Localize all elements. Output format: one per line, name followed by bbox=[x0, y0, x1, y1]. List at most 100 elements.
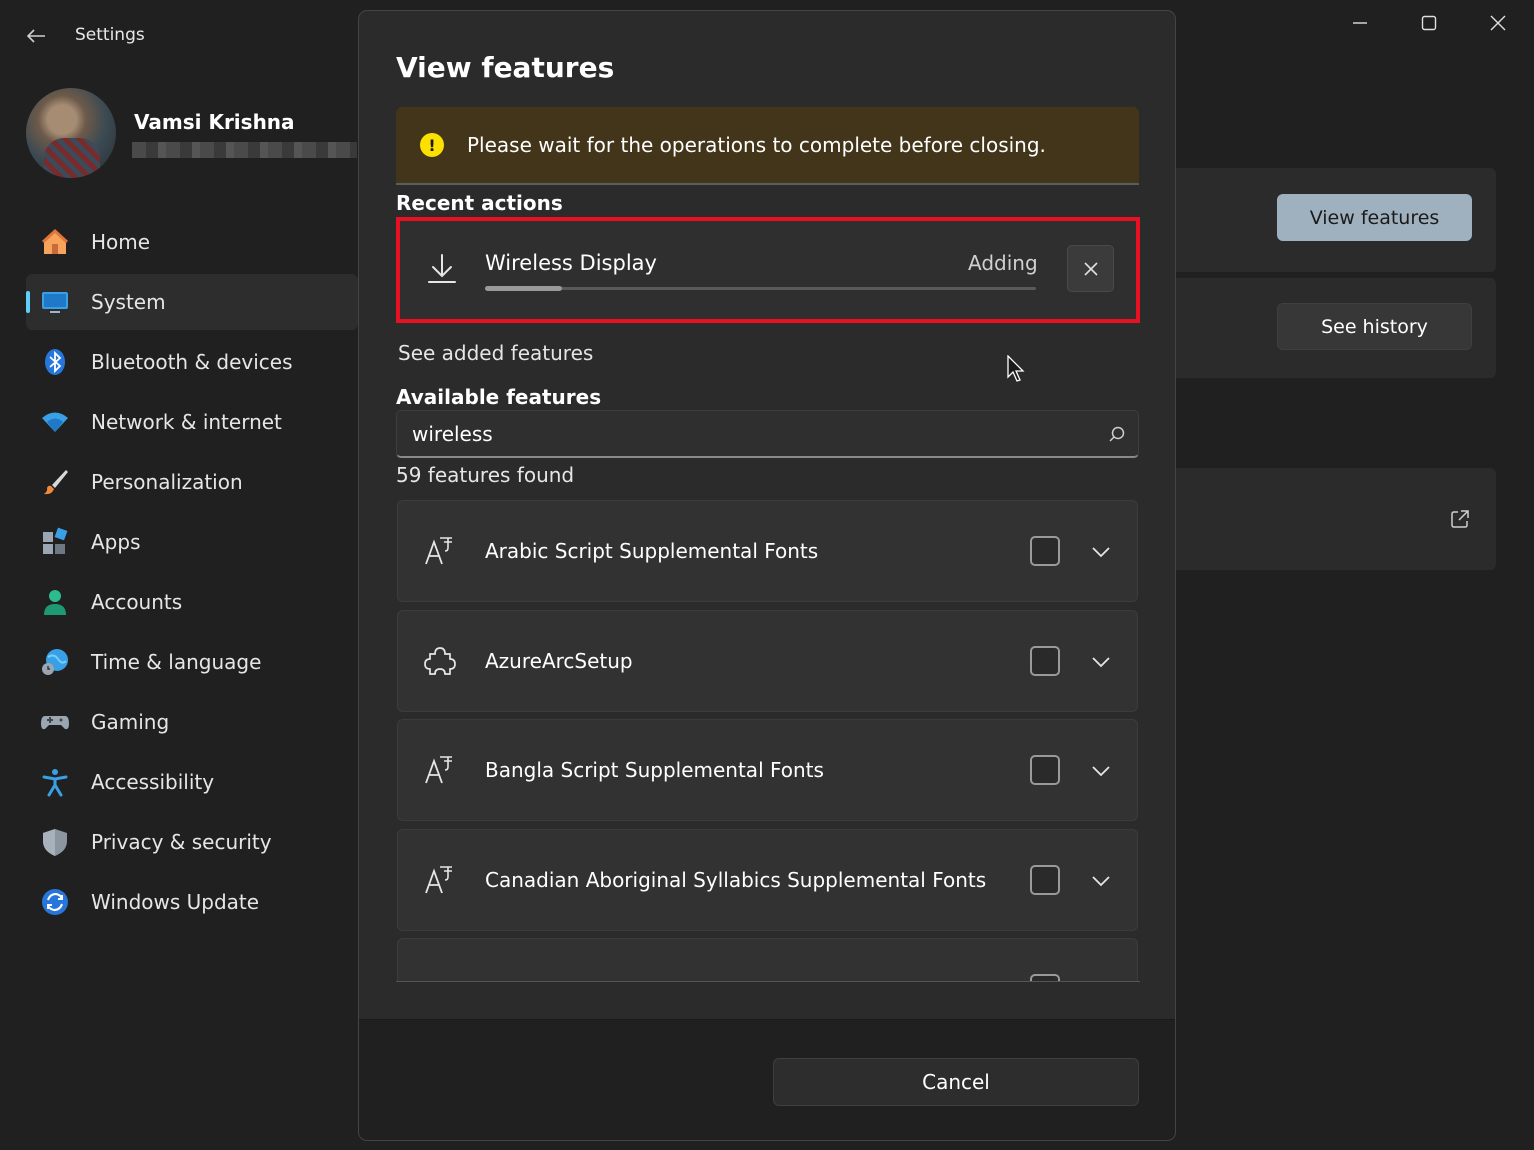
search-icon[interactable] bbox=[1107, 425, 1127, 445]
feature-checkbox[interactable] bbox=[1030, 974, 1060, 981]
sidebar-item-label: Time & language bbox=[91, 650, 262, 674]
close-icon bbox=[1083, 261, 1098, 276]
font-icon bbox=[425, 866, 452, 894]
sidebar-item-label: Home bbox=[91, 230, 151, 254]
feature-row-partial[interactable] bbox=[397, 938, 1138, 982]
feature-checkbox[interactable] bbox=[1030, 755, 1060, 785]
sidebar-item-accounts[interactable]: Accounts bbox=[26, 574, 358, 630]
person-icon bbox=[40, 587, 70, 617]
view-features-dialog: View features ! Please wait for the oper… bbox=[358, 10, 1176, 1141]
user-email-redacted bbox=[132, 142, 357, 158]
feature-checkbox[interactable] bbox=[1030, 646, 1060, 676]
sidebar-item-network[interactable]: Network & internet bbox=[26, 394, 358, 450]
sidebar-item-label: Personalization bbox=[91, 470, 243, 494]
search-input[interactable] bbox=[412, 419, 1092, 449]
feature-search-box[interactable] bbox=[396, 410, 1139, 458]
download-icon bbox=[428, 254, 456, 283]
progress-fill bbox=[485, 286, 563, 291]
recent-actions-heading: Recent actions bbox=[396, 191, 563, 215]
maximize-icon bbox=[1421, 15, 1437, 31]
font-icon bbox=[425, 537, 452, 565]
sidebar-nav: Home System Bluetooth & devices Network … bbox=[26, 214, 358, 934]
close-window-button[interactable] bbox=[1464, 0, 1532, 46]
wifi-icon bbox=[40, 407, 70, 437]
app-title: Settings bbox=[75, 25, 145, 45]
update-icon bbox=[40, 887, 70, 917]
mouse-cursor-icon bbox=[1007, 355, 1025, 382]
feature-row[interactable]: AzureArcSetup bbox=[397, 610, 1138, 712]
sidebar-item-bluetooth[interactable]: Bluetooth & devices bbox=[26, 334, 358, 390]
warning-icon: ! bbox=[420, 133, 444, 157]
globe-clock-icon bbox=[40, 647, 70, 677]
sidebar-item-label: Bluetooth & devices bbox=[91, 350, 293, 374]
warning-text: Please wait for the operations to comple… bbox=[467, 133, 1046, 157]
view-features-button[interactable]: View features bbox=[1277, 194, 1472, 241]
sidebar-item-label: System bbox=[91, 290, 166, 314]
apps-icon bbox=[40, 527, 70, 557]
cancel-button[interactable]: Cancel bbox=[773, 1058, 1139, 1106]
gamepad-icon bbox=[40, 707, 70, 737]
feature-row[interactable]: Canadian Aboriginal Syllabics Supplement… bbox=[397, 829, 1138, 931]
feature-name: AzureArcSetup bbox=[485, 649, 633, 673]
sidebar-item-personalization[interactable]: Personalization bbox=[26, 454, 358, 510]
sidebar-item-label: Accessibility bbox=[91, 770, 215, 794]
chevron-down-icon[interactable] bbox=[1090, 541, 1112, 563]
home-icon bbox=[40, 227, 70, 257]
related-settings-card[interactable] bbox=[1160, 468, 1496, 570]
sidebar-item-label: Privacy & security bbox=[91, 830, 272, 854]
back-button[interactable] bbox=[18, 20, 54, 52]
sidebar-item-home[interactable]: Home bbox=[26, 214, 358, 270]
arrow-left-icon bbox=[26, 29, 45, 43]
sidebar-item-label: Gaming bbox=[91, 710, 170, 734]
sidebar-item-label: Accounts bbox=[91, 590, 183, 614]
feature-name: Bangla Script Supplemental Fonts bbox=[485, 758, 824, 782]
puzzle-icon bbox=[424, 647, 456, 675]
chevron-down-icon[interactable] bbox=[1090, 870, 1112, 892]
minimize-icon bbox=[1353, 22, 1367, 24]
sidebar-item-apps[interactable]: Apps bbox=[26, 514, 358, 570]
maximize-button[interactable] bbox=[1395, 0, 1463, 46]
monitor-icon bbox=[40, 287, 70, 317]
shield-icon bbox=[40, 827, 70, 857]
feature-checkbox[interactable] bbox=[1030, 865, 1060, 895]
see-added-features-link[interactable]: See added features bbox=[398, 341, 593, 365]
bluetooth-icon bbox=[40, 347, 70, 377]
sidebar-item-windows-update[interactable]: Windows Update bbox=[26, 874, 358, 930]
feature-name: Arabic Script Supplemental Fonts bbox=[485, 539, 819, 563]
progress-bar bbox=[485, 286, 1036, 291]
feature-row[interactable]: Arabic Script Supplemental Fonts bbox=[397, 500, 1138, 602]
brush-icon bbox=[40, 467, 70, 497]
sidebar-item-system[interactable]: System bbox=[26, 274, 358, 330]
see-history-button[interactable]: See history bbox=[1277, 303, 1472, 350]
chevron-down-icon[interactable] bbox=[1090, 760, 1112, 782]
dialog-title: View features bbox=[396, 51, 615, 84]
feature-icon bbox=[424, 972, 456, 982]
recent-action-item: Wireless Display Adding bbox=[396, 217, 1140, 323]
external-link-icon bbox=[1451, 510, 1469, 528]
sidebar-item-gaming[interactable]: Gaming bbox=[26, 694, 358, 750]
close-icon bbox=[1490, 15, 1506, 31]
action-feature-name: Wireless Display bbox=[485, 251, 657, 275]
sidebar-item-label: Windows Update bbox=[91, 890, 260, 914]
feature-checkbox[interactable] bbox=[1030, 536, 1060, 566]
minimize-button[interactable] bbox=[1326, 0, 1394, 46]
sidebar-item-accessibility[interactable]: Accessibility bbox=[26, 754, 358, 810]
dialog-footer: Cancel bbox=[359, 1019, 1175, 1140]
sidebar-item-privacy[interactable]: Privacy & security bbox=[26, 814, 358, 870]
features-list: Arabic Script Supplemental Fonts AzureAr… bbox=[396, 500, 1140, 982]
feature-row[interactable]: Bangla Script Supplemental Fonts bbox=[397, 719, 1138, 821]
action-status: Adding bbox=[968, 251, 1038, 275]
settings-window: Settings Vamsi Krishna Home System Bluet… bbox=[0, 0, 1534, 1150]
sidebar-item-time-language[interactable]: Time & language bbox=[26, 634, 358, 690]
feature-name: Canadian Aboriginal Syllabics Supplement… bbox=[485, 868, 987, 892]
user-name: Vamsi Krishna bbox=[134, 110, 295, 134]
sidebar-item-label: Network & internet bbox=[91, 410, 282, 434]
sidebar-item-label: Apps bbox=[91, 530, 141, 554]
features-count: 59 features found bbox=[396, 463, 575, 487]
font-icon bbox=[425, 756, 452, 784]
cancel-action-button[interactable] bbox=[1067, 245, 1114, 292]
accessibility-icon bbox=[40, 767, 70, 797]
chevron-down-icon[interactable] bbox=[1090, 651, 1112, 673]
warning-infobar: ! Please wait for the operations to comp… bbox=[396, 107, 1139, 185]
avatar[interactable] bbox=[26, 88, 116, 178]
